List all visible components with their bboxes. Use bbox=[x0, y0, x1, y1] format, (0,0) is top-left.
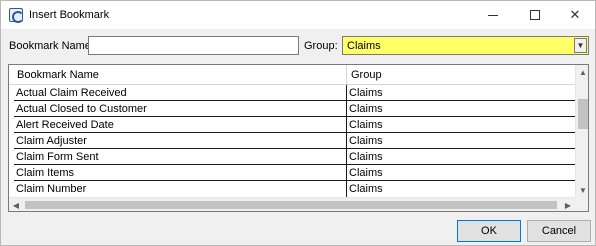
table-row[interactable]: Alert Received Date Claims bbox=[14, 117, 575, 133]
cell-bookmark-name: Actual Closed to Customer bbox=[16, 103, 147, 115]
cell-group: Claims bbox=[349, 87, 383, 99]
vertical-scroll-thumb[interactable] bbox=[578, 99, 588, 129]
bookmark-grid[interactable]: Bookmark Name Group Actual Claim Receive… bbox=[8, 64, 589, 212]
close-icon: ✕ bbox=[569, 7, 581, 22]
scroll-right-icon[interactable]: ▶ bbox=[561, 198, 575, 211]
table-row[interactable]: Claim Adjuster Claims bbox=[14, 133, 575, 149]
vertical-scrollbar[interactable]: ▲ ▼ bbox=[575, 65, 588, 197]
cell-divider bbox=[346, 101, 347, 117]
scroll-left-icon[interactable]: ◀ bbox=[9, 198, 23, 211]
table-row[interactable]: Claim Items Claims bbox=[14, 165, 575, 181]
cell-bookmark-name: Claim Form Sent bbox=[16, 151, 99, 163]
minimize-button[interactable] bbox=[473, 1, 513, 29]
table-row[interactable]: Claim Number Claims bbox=[14, 181, 575, 197]
cell-divider bbox=[346, 85, 347, 101]
scrollbar-corner bbox=[575, 197, 588, 211]
cell-divider bbox=[346, 117, 347, 133]
column-header-bookmark-name[interactable]: Bookmark Name bbox=[17, 69, 99, 81]
grid-header: Bookmark Name Group bbox=[9, 65, 575, 85]
cell-group: Claims bbox=[349, 167, 383, 179]
bookmark-name-label: Bookmark Name: bbox=[9, 40, 94, 52]
maximize-icon bbox=[530, 10, 540, 20]
cell-bookmark-name: Actual Claim Received bbox=[16, 87, 127, 99]
cell-divider bbox=[346, 149, 347, 165]
cell-group: Claims bbox=[349, 183, 383, 195]
close-button[interactable]: ✕ bbox=[555, 1, 595, 29]
window-title: Insert Bookmark bbox=[29, 9, 110, 21]
horizontal-scroll-thumb[interactable] bbox=[25, 201, 557, 209]
column-divider[interactable] bbox=[346, 65, 347, 85]
bookmark-name-input[interactable] bbox=[88, 36, 299, 55]
bookmark-app-icon bbox=[9, 8, 24, 23]
column-header-group[interactable]: Group bbox=[351, 69, 382, 81]
cell-divider bbox=[346, 165, 347, 181]
table-row[interactable]: Actual Closed to Customer Claims bbox=[14, 101, 575, 117]
group-dropdown[interactable]: Claims ▼ bbox=[342, 36, 589, 55]
table-row[interactable]: Actual Claim Received Claims bbox=[14, 85, 575, 101]
cell-bookmark-name: Alert Received Date bbox=[16, 119, 114, 131]
title-bar[interactable]: Insert Bookmark ✕ bbox=[1, 1, 595, 29]
cell-bookmark-name: Claim Items bbox=[16, 167, 75, 179]
group-label: Group: bbox=[304, 40, 338, 52]
scroll-down-icon[interactable]: ▼ bbox=[576, 183, 588, 197]
cell-group: Claims bbox=[349, 119, 383, 131]
cell-group: Claims bbox=[349, 135, 383, 147]
cell-bookmark-name: Claim Number bbox=[16, 183, 87, 195]
cell-group: Claims bbox=[349, 103, 383, 115]
horizontal-scrollbar[interactable]: ◀ ▶ bbox=[9, 197, 575, 211]
cell-divider bbox=[346, 181, 347, 197]
scroll-up-icon[interactable]: ▲ bbox=[576, 65, 588, 79]
cell-bookmark-name: Claim Adjuster bbox=[16, 135, 87, 147]
chevron-down-icon[interactable]: ▼ bbox=[574, 38, 587, 53]
cell-group: Claims bbox=[349, 151, 383, 163]
group-dropdown-value: Claims bbox=[347, 40, 381, 52]
cancel-button[interactable]: Cancel bbox=[527, 220, 591, 242]
minimize-icon bbox=[488, 14, 498, 16]
cell-divider bbox=[346, 133, 347, 149]
table-row[interactable]: Claim Form Sent Claims bbox=[14, 149, 575, 165]
insert-bookmark-dialog: Insert Bookmark ✕ Bookmark Name: Group: … bbox=[0, 0, 596, 246]
maximize-button[interactable] bbox=[515, 1, 555, 29]
ok-button[interactable]: OK bbox=[457, 220, 521, 242]
